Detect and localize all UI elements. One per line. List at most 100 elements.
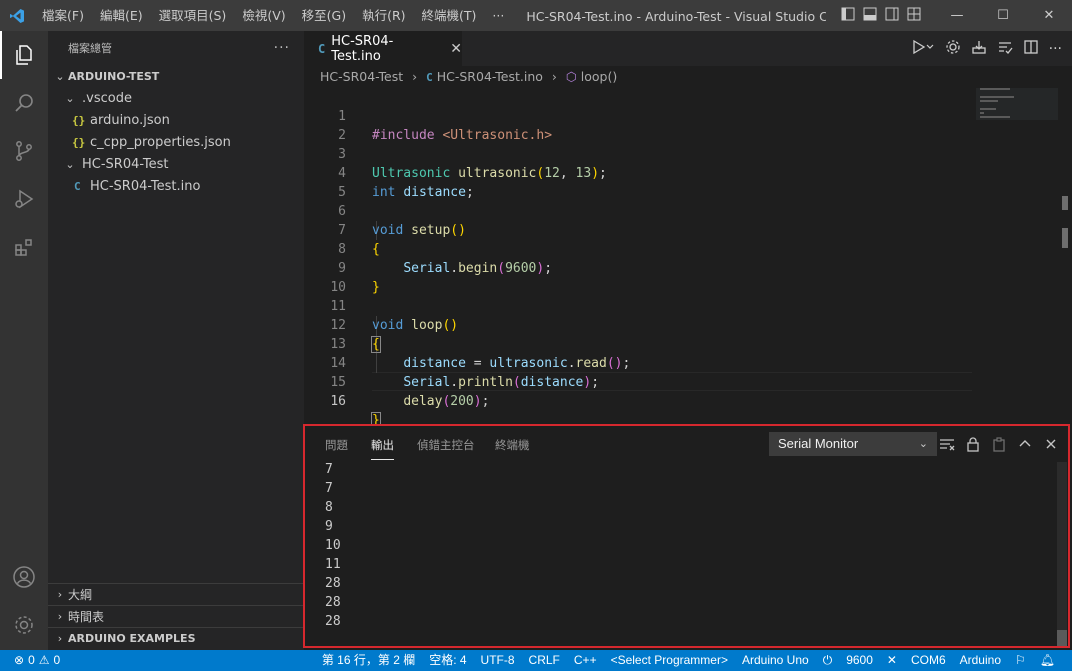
run-debug-icon[interactable] bbox=[0, 175, 48, 223]
baud-rate[interactable]: 9600 bbox=[839, 650, 880, 671]
code-editor[interactable]: 1 #include <Ultrasonic.h> 2 3 Ultrasonic… bbox=[304, 88, 1072, 429]
chevron-down-icon: ⌄ bbox=[918, 438, 928, 450]
menu-edit[interactable]: 編輯(E) bbox=[92, 0, 151, 31]
tree-folder-vscode[interactable]: ⌄ .vscode bbox=[48, 88, 304, 110]
maximize-button[interactable]: ☐ bbox=[980, 0, 1026, 31]
run-dropdown-icon[interactable] bbox=[911, 39, 935, 59]
breadcrumb-symbol[interactable]: loop() bbox=[581, 69, 617, 84]
serial-output[interactable]: 7 7 8 9 10 11 28 28 28 bbox=[325, 460, 341, 631]
tab-problems[interactable]: 問題 bbox=[325, 426, 348, 462]
problems-status[interactable]: ⊗ 0 ⚠ 0 bbox=[14, 650, 60, 671]
arduino-file-icon: C bbox=[74, 180, 81, 193]
close-window-button[interactable]: ✕ bbox=[1026, 0, 1072, 31]
menu-go[interactable]: 移至(G) bbox=[294, 0, 354, 31]
arduino-upload-icon[interactable] bbox=[971, 39, 987, 59]
chevron-down-icon: ⌄ bbox=[65, 158, 75, 171]
language-mode[interactable]: C++ bbox=[567, 650, 604, 671]
cursor-position[interactable]: 第 16 行，第 2 欄 bbox=[315, 650, 422, 671]
search-icon[interactable] bbox=[0, 79, 48, 127]
vscode-logo-icon bbox=[0, 0, 34, 31]
arduino-config-icon[interactable] bbox=[945, 39, 961, 59]
close-panel-icon[interactable] bbox=[1042, 435, 1060, 453]
tab-debug-console[interactable]: 偵錯主控台 bbox=[417, 426, 475, 462]
code-line: 4 int distance; bbox=[304, 145, 974, 200]
output-channel-select[interactable]: Serial Monitor ⌄ bbox=[769, 432, 937, 456]
encoding[interactable]: UTF-8 bbox=[474, 650, 522, 671]
menu-selection[interactable]: 選取項目(S) bbox=[151, 0, 235, 31]
tab-label: HC-SR04-Test.ino bbox=[331, 33, 394, 64]
code-line: 15 delay(200); bbox=[304, 354, 974, 409]
menu-terminal[interactable]: 終端機(T) bbox=[414, 0, 485, 31]
tree-file-c-cpp-properties[interactable]: {} c_cpp_properties.json bbox=[48, 132, 304, 154]
board-select[interactable]: Arduino Uno bbox=[735, 650, 816, 671]
tree-file-arduino-json[interactable]: {} arduino.json bbox=[48, 110, 304, 132]
sidebar-more-button[interactable]: ··· bbox=[274, 31, 290, 66]
end-of-line[interactable]: CRLF bbox=[522, 650, 567, 671]
output-scrollbar-track[interactable] bbox=[1057, 462, 1067, 646]
section-outline[interactable]: › 大綱 bbox=[48, 583, 304, 605]
open-in-editor-icon[interactable] bbox=[990, 435, 1008, 453]
account-icon[interactable] bbox=[0, 553, 48, 601]
code-line: 2 bbox=[304, 107, 974, 143]
toggle-panel-icon[interactable] bbox=[862, 6, 878, 26]
serial-monitor-plug-icon[interactable]: ⏻ bbox=[816, 650, 840, 671]
tree-label: arduino.json bbox=[90, 113, 170, 128]
tab-hc-sr04-ino[interactable]: C HC-SR04-Test.ino ✕ bbox=[304, 31, 462, 66]
extensions-icon[interactable] bbox=[0, 223, 48, 271]
method-icon: ⬡ bbox=[565, 69, 577, 84]
breadcrumb-file[interactable]: HC-SR04-Test.ino bbox=[437, 69, 543, 84]
sidebar-title: 檔案總管 bbox=[68, 42, 112, 55]
close-serial-icon[interactable]: ✕ bbox=[880, 650, 904, 671]
notifications-bell-icon[interactable]: 🔔︎ bbox=[1033, 650, 1062, 671]
tab-output[interactable]: 輸出 bbox=[371, 428, 394, 460]
output-line: 9 bbox=[325, 519, 333, 534]
feedback-icon[interactable]: ⚐ bbox=[1008, 650, 1033, 671]
menu-file[interactable]: 檔案(F) bbox=[34, 0, 92, 31]
settings-gear-icon[interactable] bbox=[0, 601, 48, 649]
tab-terminal[interactable]: 終端機 bbox=[495, 426, 530, 462]
tree-label: .vscode bbox=[82, 91, 132, 106]
menu-bar: 檔案(F) 編輯(E) 選取項目(S) 檢視(V) 移至(G) 執行(R) 終端… bbox=[34, 0, 512, 31]
split-editor-icon[interactable] bbox=[1023, 39, 1039, 59]
toggle-secondary-sidebar-icon[interactable] bbox=[884, 6, 900, 26]
menu-more[interactable]: ··· bbox=[484, 0, 512, 31]
source-control-icon[interactable] bbox=[0, 127, 48, 175]
warning-icon: ⚠ bbox=[38, 653, 50, 667]
section-timeline[interactable]: › 時間表 bbox=[48, 605, 304, 627]
arduino-file-icon: C bbox=[426, 71, 433, 84]
arduino-verify-icon[interactable] bbox=[997, 39, 1013, 59]
maximize-panel-icon[interactable] bbox=[1016, 435, 1034, 453]
section-arduino-examples[interactable]: › ARDUINO EXAMPLES bbox=[48, 627, 304, 649]
code-line: 3 Ultrasonic ultrasonic(12, 13); bbox=[304, 126, 974, 181]
editor-scrollbar[interactable] bbox=[1062, 196, 1068, 210]
error-count: 0 bbox=[28, 653, 35, 667]
clear-output-icon[interactable] bbox=[938, 435, 956, 453]
tree-folder-hc-sr04[interactable]: ⌄ HC-SR04-Test bbox=[48, 154, 304, 176]
editor-more-icon[interactable]: ··· bbox=[1049, 41, 1062, 57]
code-line: 1 #include <Ultrasonic.h> bbox=[304, 88, 974, 143]
customize-layout-icon[interactable] bbox=[906, 6, 922, 26]
explorer-icon[interactable] bbox=[0, 31, 48, 79]
code-line: 14 Serial.println(distance); bbox=[304, 335, 974, 390]
toggle-sidebar-icon[interactable] bbox=[840, 6, 856, 26]
error-icon: ⊗ bbox=[14, 653, 25, 667]
indentation[interactable]: 空格: 4 bbox=[422, 650, 473, 671]
sidebar-header: 檔案總管 ··· bbox=[48, 31, 304, 66]
breadcrumb-folder[interactable]: HC-SR04-Test bbox=[320, 69, 403, 84]
line-number: 16 bbox=[330, 394, 346, 409]
section-label: 時間表 bbox=[68, 610, 105, 624]
lock-scroll-icon[interactable] bbox=[964, 435, 982, 453]
minimize-button[interactable]: — bbox=[934, 0, 980, 31]
tab-close-icon[interactable]: ✕ bbox=[450, 41, 462, 57]
port-select[interactable]: COM6 bbox=[904, 650, 953, 671]
output-channel-value: Serial Monitor bbox=[778, 436, 859, 451]
menu-run[interactable]: 執行(R) bbox=[354, 0, 413, 31]
workspace-root[interactable]: ⌄ ARDUINO-TEST bbox=[48, 66, 304, 88]
programmer-select[interactable]: <Select Programmer> bbox=[604, 650, 735, 671]
chevron-right-icon: › bbox=[551, 69, 557, 84]
output-line: 10 bbox=[325, 538, 341, 553]
menu-view[interactable]: 檢視(V) bbox=[234, 0, 293, 31]
platform-label[interactable]: Arduino bbox=[953, 650, 1008, 671]
tree-file-hc-sr04-ino[interactable]: C HC-SR04-Test.ino bbox=[48, 176, 304, 198]
output-scrollbar-thumb[interactable] bbox=[1057, 630, 1067, 646]
